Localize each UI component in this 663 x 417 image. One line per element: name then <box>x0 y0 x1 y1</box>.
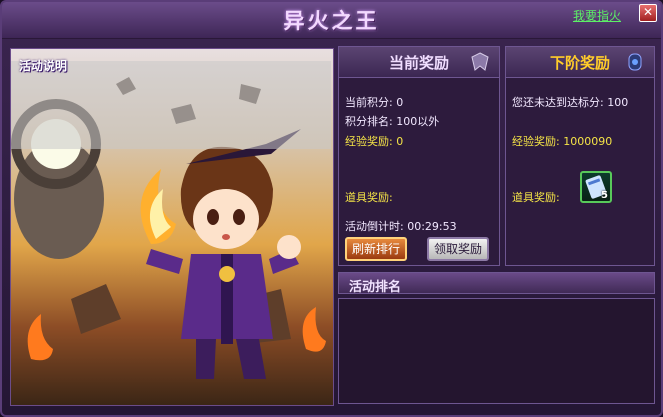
reward-item-slot[interactable]: 5 <box>580 171 612 203</box>
event-window: 异火之王 我要指火 ✕ 活动说明 当前奖励 当前积分: 0 积分排名: 100以… <box>0 0 663 417</box>
next-reward-panel: 下阶奖励 您还未达到达标分: 100 经验奖励: 1000090 道具奖励: 5 <box>505 46 655 266</box>
countdown-text: 活动倒计时: 00:29:53 <box>345 220 457 233</box>
current-exp-text: 经验奖励: 0 <box>345 135 404 148</box>
info-strip <box>11 61 331 149</box>
ranking-title: 活动排名 <box>349 280 402 295</box>
next-exp-text: 经验奖励: 1000090 <box>512 135 613 148</box>
next-item-label: 道具奖励: <box>512 191 560 204</box>
current-reward-panel: 当前奖励 当前积分: 0 积分排名: 100以外 经验奖励: 0 道具奖励: 活… <box>338 46 500 266</box>
ranking-list <box>338 298 655 404</box>
refresh-ranking-button[interactable]: 刷新排行 <box>345 237 407 261</box>
next-status-text: 您还未达到达标分: 100 <box>512 96 629 109</box>
current-item-label: 道具奖励: <box>345 191 393 204</box>
badge-icon <box>471 52 489 71</box>
window-title: 异火之王 <box>283 9 380 33</box>
close-button[interactable]: ✕ <box>639 4 657 22</box>
help-link[interactable]: 我要指火 <box>573 7 621 24</box>
event-artwork: 活动说明 <box>10 48 334 406</box>
ranking-header: 活动排名 <box>338 272 655 295</box>
claim-reward-button[interactable]: 领取奖励 <box>427 237 489 261</box>
title-bar[interactable]: 异火之王 我要指火 ✕ <box>2 2 661 39</box>
current-score-text: 当前积分: 0 <box>345 96 404 109</box>
current-rank-text: 积分排名: 100以外 <box>345 115 440 128</box>
lantern-icon <box>628 53 642 71</box>
event-description-label[interactable]: 活动说明 <box>19 57 67 74</box>
current-reward-header: 当前奖励 <box>339 47 499 78</box>
next-reward-header: 下阶奖励 <box>506 47 654 78</box>
item-count: 5 <box>601 190 608 201</box>
